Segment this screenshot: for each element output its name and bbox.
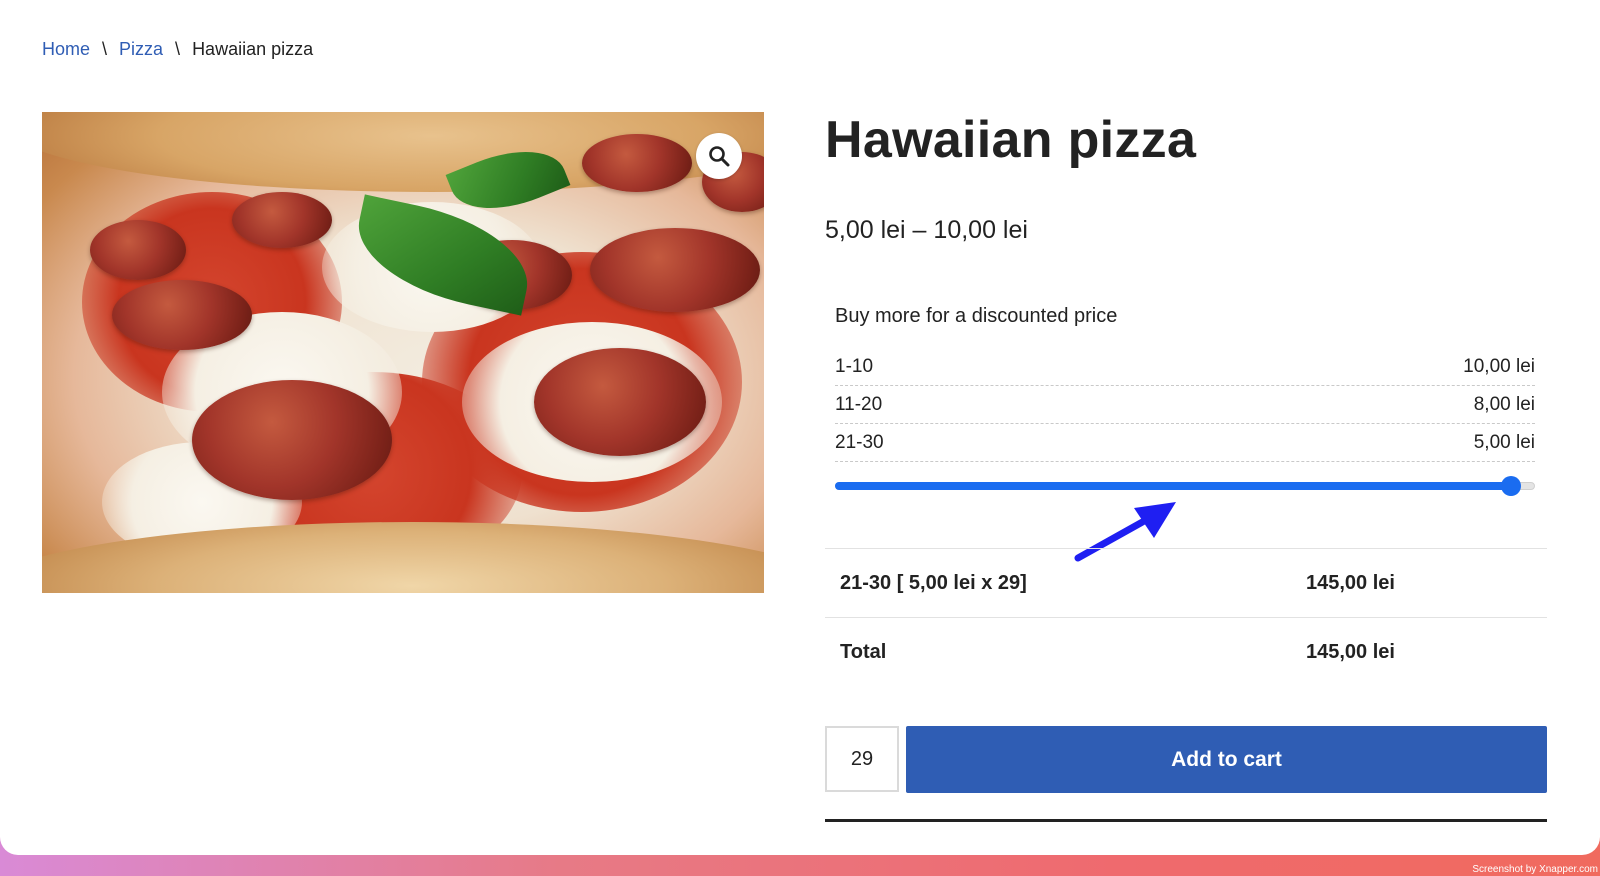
zoom-button[interactable]: [696, 133, 742, 179]
price-range: 5,00 lei – 10,00 lei: [825, 216, 1028, 244]
add-to-cart-button[interactable]: Add to cart: [906, 726, 1547, 793]
pizza-pepperoni: [582, 134, 692, 192]
tier-row: 11-20 8,00 lei: [835, 386, 1535, 424]
summary-total-value: 145,00 lei: [1306, 640, 1395, 663]
breadcrumb: Home \ Pizza \ Hawaiian pizza: [42, 39, 313, 60]
summary-line: 21-30 [ 5,00 lei x 29] 145,00 lei: [825, 549, 1547, 618]
search-icon: [709, 146, 730, 167]
quantity-slider[interactable]: [835, 476, 1535, 496]
pizza-pepperoni: [192, 380, 392, 500]
slider-thumb[interactable]: [1500, 476, 1521, 496]
pizza-pepperoni: [90, 220, 186, 280]
tier-price: 8,00 lei: [1473, 393, 1535, 415]
discount-heading: Buy more for a discounted price: [835, 305, 1118, 327]
tier-range: 21-30: [835, 431, 884, 453]
tier-range: 1-10: [835, 355, 874, 377]
summary-total-label: Total: [840, 640, 887, 663]
watermark: Screenshot by Xnapper.com: [1472, 864, 1598, 875]
price-summary: 21-30 [ 5,00 lei x 29] 145,00 lei Total …: [825, 548, 1547, 686]
breadcrumb-current: Hawaiian pizza: [192, 39, 314, 59]
summary-total: Total 145,00 lei: [825, 618, 1547, 686]
tier-range: 11-20: [835, 393, 883, 415]
tier-row: 1-10 10,00 lei: [835, 348, 1535, 386]
quantity-input[interactable]: [825, 726, 899, 792]
product-title: Hawaiian pizza: [825, 111, 1197, 169]
pizza-pepperoni: [534, 348, 706, 456]
pizza-pepperoni: [590, 228, 760, 312]
tier-price: 5,00 lei: [1473, 431, 1535, 453]
product-image[interactable]: [42, 112, 764, 593]
summary-line-label: 21-30 [ 5,00 lei x 29]: [840, 571, 1027, 594]
tier-price: 10,00 lei: [1463, 355, 1535, 377]
pizza-pepperoni: [232, 192, 332, 248]
pizza-pepperoni: [112, 280, 252, 350]
breadcrumb-link-home[interactable]: Home: [42, 39, 90, 60]
breadcrumb-separator: \: [175, 39, 181, 59]
product-page: Home \ Pizza \ Hawaiian pizza Hawaiian p: [0, 0, 1600, 855]
slider-fill: [835, 482, 1511, 490]
breadcrumb-separator: \: [102, 39, 108, 59]
discount-table: Buy more for a discounted price 1-10 10,…: [835, 305, 1535, 496]
breadcrumb-link-pizza[interactable]: Pizza: [119, 39, 163, 60]
summary-line-value: 145,00 lei: [1306, 571, 1395, 594]
divider: [825, 819, 1547, 822]
tier-row: 21-30 5,00 lei: [835, 424, 1535, 462]
